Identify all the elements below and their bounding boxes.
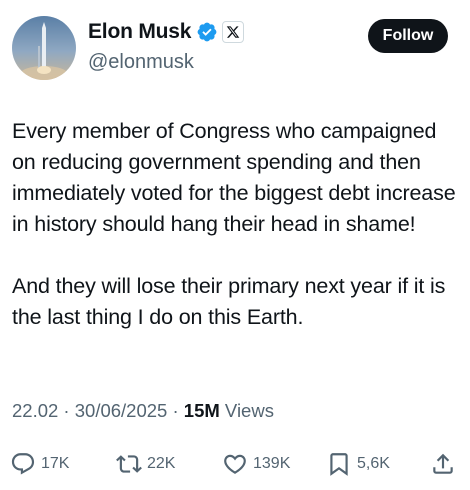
tweet-meta: 22.02 · 30/06/2025 · 15M Views (12, 400, 274, 422)
repost-button[interactable]: 22K (116, 446, 175, 482)
repost-icon (116, 455, 142, 473)
reply-count: 17K (41, 455, 70, 472)
bookmark-button[interactable]: 5,6K (326, 446, 390, 482)
tweet-text: Every member of Congress who campaigned … (12, 116, 458, 333)
like-count: 139K (253, 455, 291, 472)
views-count[interactable]: 15M (184, 400, 220, 421)
bookmark-count: 5,6K (357, 455, 390, 472)
meta-separator: · (58, 400, 75, 421)
repost-count: 22K (147, 455, 176, 472)
x-logo-icon[interactable] (222, 21, 245, 43)
action-bar: 17K 22K 139K 5,6K (0, 446, 470, 482)
tweet-paragraph: And they will lose their primary next ye… (12, 274, 446, 329)
tweet-date[interactable]: 30/06/2025 (75, 400, 168, 421)
share-button[interactable] (430, 446, 456, 482)
share-icon (433, 453, 453, 474)
views-label: Views (219, 400, 274, 421)
tweet-time[interactable]: 22.02 (12, 400, 58, 421)
like-button[interactable]: 139K (222, 446, 290, 482)
author-handle[interactable]: @elonmusk (88, 51, 194, 74)
reply-button[interactable]: 17K (10, 446, 69, 482)
verified-badge-icon[interactable] (196, 21, 218, 43)
author-name-row: Elon Musk (88, 20, 245, 44)
heart-icon (224, 454, 246, 474)
avatar[interactable] (12, 16, 76, 80)
author-name[interactable]: Elon Musk (88, 20, 191, 44)
bookmark-icon (330, 453, 348, 476)
rocket-launch-image (20, 22, 68, 80)
meta-separator: · (167, 400, 184, 421)
reply-icon (11, 453, 35, 475)
tweet-paragraph: Every member of Congress who campaigned … (12, 119, 456, 236)
follow-button[interactable]: Follow (368, 19, 448, 53)
